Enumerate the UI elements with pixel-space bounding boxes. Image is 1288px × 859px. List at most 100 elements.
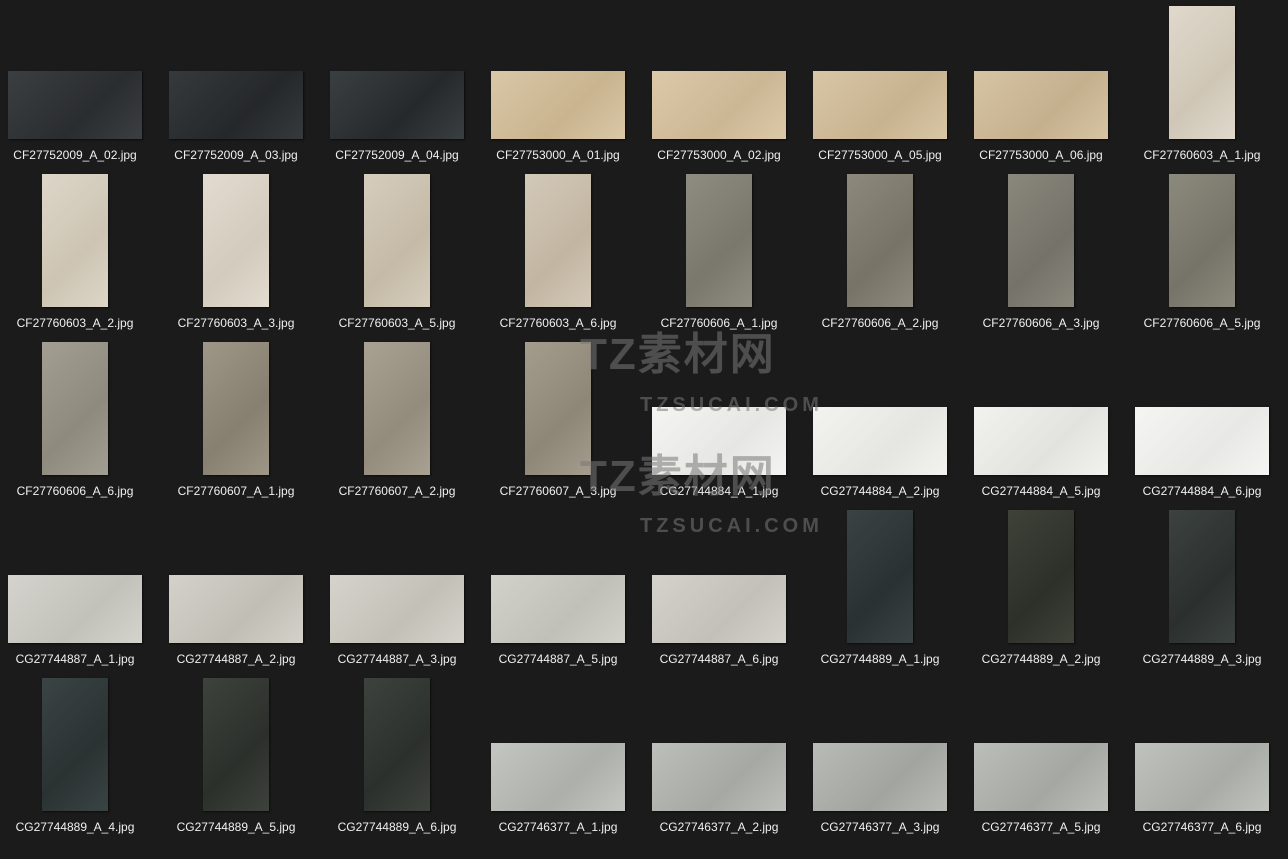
file-item[interactable]: CF27753000_A_01.jpg	[483, 0, 644, 168]
image-thumbnail[interactable]	[1135, 743, 1269, 811]
image-thumbnail[interactable]	[364, 342, 430, 475]
file-item[interactable]: CG27744887_A_6.jpg	[644, 504, 805, 672]
thumbnail-slot	[974, 174, 1108, 307]
file-item[interactable]: CG27744889_A_6.jpg	[322, 672, 483, 840]
file-item[interactable]: CG27746377_A_6.jpg	[1127, 672, 1288, 840]
file-item[interactable]: CG27744884_A_2.jpg	[805, 336, 966, 504]
file-item[interactable]: CG27744889_A_2.jpg	[966, 504, 1127, 672]
image-thumbnail[interactable]	[1135, 407, 1269, 475]
thumbnail-slot	[813, 174, 947, 307]
file-item[interactable]: CG27746377_A_2.jpg	[644, 672, 805, 840]
file-item[interactable]: CG27744889_A_3.jpg	[1127, 504, 1288, 672]
file-name-label: CG27744884_A_1.jpg	[659, 484, 779, 498]
image-thumbnail[interactable]	[1169, 174, 1235, 307]
image-thumbnail[interactable]	[491, 575, 625, 643]
image-thumbnail[interactable]	[847, 174, 913, 307]
image-thumbnail[interactable]	[169, 575, 303, 643]
file-item[interactable]: CF27760606_A_3.jpg	[966, 168, 1127, 336]
image-thumbnail[interactable]	[525, 342, 591, 475]
file-name-label: CF27753000_A_05.jpg	[818, 148, 942, 162]
thumbnail-slot	[491, 510, 625, 643]
file-item[interactable]: CF27760607_A_1.jpg	[161, 336, 322, 504]
image-thumbnail[interactable]	[364, 678, 430, 811]
image-thumbnail[interactable]	[330, 575, 464, 643]
image-thumbnail[interactable]	[8, 575, 142, 643]
file-item[interactable]: CG27744889_A_4.jpg	[0, 672, 161, 840]
file-item[interactable]: CF27760603_A_1.jpg	[1127, 0, 1288, 168]
image-thumbnail[interactable]	[813, 71, 947, 139]
image-thumbnail[interactable]	[813, 743, 947, 811]
image-thumbnail[interactable]	[42, 678, 108, 811]
image-thumbnail[interactable]	[974, 743, 1108, 811]
file-item[interactable]: CF27760603_A_5.jpg	[322, 168, 483, 336]
file-item[interactable]: CF27760606_A_1.jpg	[644, 168, 805, 336]
thumbnail-slot	[8, 174, 142, 307]
file-item[interactable]: CF27753000_A_02.jpg	[644, 0, 805, 168]
file-name-label: CG27746377_A_2.jpg	[659, 820, 779, 834]
image-thumbnail[interactable]	[813, 407, 947, 475]
file-item[interactable]: CF27753000_A_06.jpg	[966, 0, 1127, 168]
image-thumbnail[interactable]	[42, 174, 108, 307]
file-item[interactable]: CG27744884_A_6.jpg	[1127, 336, 1288, 504]
file-item[interactable]: CG27744887_A_3.jpg	[322, 504, 483, 672]
file-item[interactable]: CF27760607_A_2.jpg	[322, 336, 483, 504]
file-item[interactable]: CG27744884_A_5.jpg	[966, 336, 1127, 504]
file-item[interactable]: CG27744887_A_1.jpg	[0, 504, 161, 672]
file-name-label: CG27744887_A_5.jpg	[498, 652, 618, 666]
image-thumbnail[interactable]	[1169, 6, 1235, 139]
file-item[interactable]: CF27760606_A_6.jpg	[0, 336, 161, 504]
image-thumbnail[interactable]	[491, 71, 625, 139]
image-thumbnail[interactable]	[203, 342, 269, 475]
file-name-label: CG27744884_A_6.jpg	[1142, 484, 1262, 498]
thumbnail-slot	[330, 678, 464, 811]
image-thumbnail[interactable]	[330, 71, 464, 139]
image-thumbnail[interactable]	[652, 71, 786, 139]
image-thumbnail[interactable]	[974, 71, 1108, 139]
file-item[interactable]: CF27760603_A_6.jpg	[483, 168, 644, 336]
file-item[interactable]: CG27744889_A_1.jpg	[805, 504, 966, 672]
image-thumbnail[interactable]	[203, 678, 269, 811]
file-name-label: CF27760607_A_1.jpg	[177, 484, 295, 498]
image-thumbnail[interactable]	[652, 407, 786, 475]
image-thumbnail[interactable]	[1008, 174, 1074, 307]
image-thumbnail[interactable]	[1169, 510, 1235, 643]
file-item[interactable]: CF27760603_A_2.jpg	[0, 168, 161, 336]
file-item[interactable]: CG27744884_A_1.jpg	[644, 336, 805, 504]
file-name-label: CG27746377_A_3.jpg	[820, 820, 940, 834]
image-thumbnail[interactable]	[974, 407, 1108, 475]
image-thumbnail[interactable]	[1008, 510, 1074, 643]
image-thumbnail[interactable]	[491, 743, 625, 811]
image-thumbnail[interactable]	[42, 342, 108, 475]
image-thumbnail[interactable]	[686, 174, 752, 307]
file-item[interactable]: CG27744887_A_2.jpg	[161, 504, 322, 672]
file-item[interactable]: CF27760603_A_3.jpg	[161, 168, 322, 336]
file-item[interactable]: CF27760606_A_5.jpg	[1127, 168, 1288, 336]
file-item[interactable]: CG27744887_A_5.jpg	[483, 504, 644, 672]
thumbnail-slot	[974, 6, 1108, 139]
image-thumbnail[interactable]	[203, 174, 269, 307]
file-item[interactable]: CF27760607_A_3.jpg	[483, 336, 644, 504]
file-name-label: CF27760603_A_1.jpg	[1143, 148, 1261, 162]
image-thumbnail[interactable]	[652, 743, 786, 811]
file-item[interactable]: CF27760606_A_2.jpg	[805, 168, 966, 336]
file-item[interactable]: CG27746377_A_5.jpg	[966, 672, 1127, 840]
image-thumbnail[interactable]	[364, 174, 430, 307]
thumbnail-slot	[169, 678, 303, 811]
file-item[interactable]: CG27746377_A_3.jpg	[805, 672, 966, 840]
image-thumbnail[interactable]	[169, 71, 303, 139]
image-thumbnail[interactable]	[847, 510, 913, 643]
file-name-label: CG27744889_A_1.jpg	[820, 652, 940, 666]
file-name-label: CF27760606_A_2.jpg	[821, 316, 939, 330]
file-name-label: CF27760606_A_5.jpg	[1143, 316, 1261, 330]
file-item[interactable]: CG27746377_A_1.jpg	[483, 672, 644, 840]
file-item[interactable]: CG27744889_A_5.jpg	[161, 672, 322, 840]
image-thumbnail[interactable]	[652, 575, 786, 643]
image-thumbnail[interactable]	[8, 71, 142, 139]
file-item[interactable]: CF27752009_A_04.jpg	[322, 0, 483, 168]
file-item[interactable]: CF27752009_A_02.jpg	[0, 0, 161, 168]
file-item[interactable]: CF27752009_A_03.jpg	[161, 0, 322, 168]
image-thumbnail[interactable]	[525, 174, 591, 307]
thumbnail-slot	[169, 342, 303, 475]
file-name-label: CF27760603_A_3.jpg	[177, 316, 295, 330]
file-item[interactable]: CF27753000_A_05.jpg	[805, 0, 966, 168]
